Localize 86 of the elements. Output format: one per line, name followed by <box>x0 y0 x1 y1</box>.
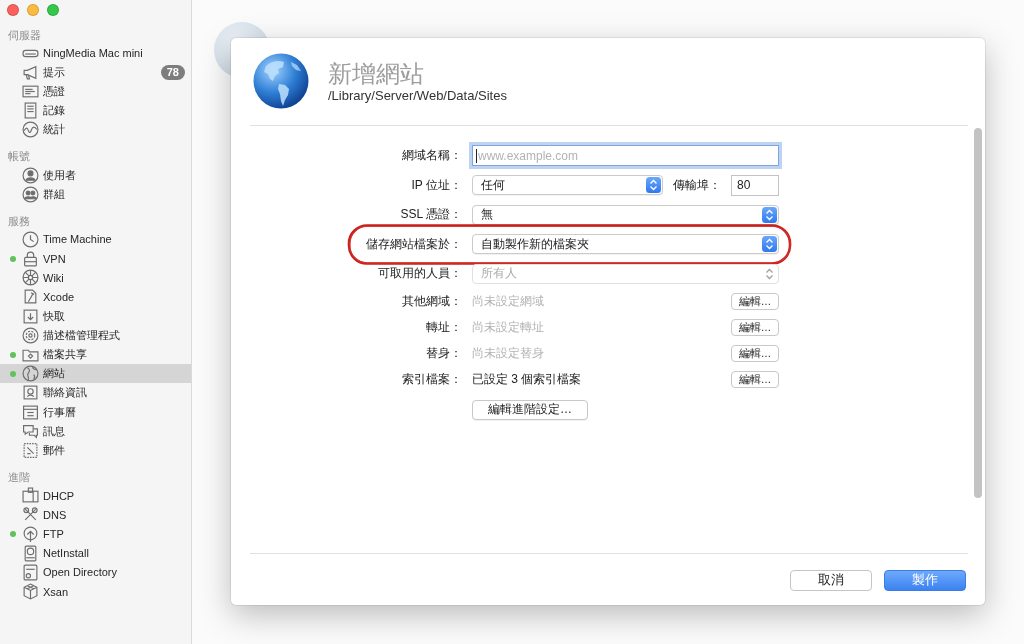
stamp-icon <box>22 441 39 459</box>
person-icon <box>22 166 39 184</box>
sidebar-item[interactable]: 提示 78 <box>0 62 191 82</box>
text-field[interactable]: www.example.com <box>472 145 779 167</box>
stepper-icon <box>762 236 777 253</box>
sidebar-item[interactable]: 聯絡資訊 <box>0 383 191 403</box>
sidebar-item[interactable]: Time Machine <box>0 229 191 249</box>
wheel-icon <box>22 269 39 287</box>
section-title: 服務 <box>7 213 30 229</box>
sidebar-item[interactable]: NingMedia Mac mini <box>0 43 191 63</box>
field-label: 替身： <box>426 345 462 362</box>
sidebar-item[interactable]: Xsan <box>0 582 191 602</box>
popup-button[interactable]: 無 <box>472 204 779 225</box>
close-button[interactable] <box>7 4 19 16</box>
field-label: 可取用的人員： <box>378 265 462 283</box>
section-title: 進階 <box>7 470 30 486</box>
sidebar-item[interactable]: NetInstall <box>0 543 191 563</box>
stepper-icon <box>646 177 661 194</box>
edit-button[interactable]: 編輯… <box>731 345 779 362</box>
sidebar-item[interactable]: 檔案共享 <box>0 344 191 365</box>
edit-button[interactable]: 編輯… <box>731 371 779 388</box>
field-label: SSL 憑證： <box>400 206 462 224</box>
megaphone-icon <box>22 63 39 81</box>
section-title: 伺服器 <box>7 27 41 43</box>
sidebar-item[interactable]: 統計 <box>0 120 191 140</box>
pen-document-icon <box>22 288 39 306</box>
calendar-icon <box>22 403 39 421</box>
sidebar-item[interactable]: Xcode <box>0 287 191 307</box>
sidebar-item[interactable]: Open Directory <box>0 562 191 582</box>
sidebar-item[interactable]: 訊息 <box>0 421 191 441</box>
target-icon <box>22 326 39 344</box>
sidebar-item[interactable]: 快取 <box>0 306 191 326</box>
summary-text: 已設定 3 個索引檔案 <box>472 371 582 388</box>
sidebar-item[interactable]: 行事曆 <box>0 402 191 422</box>
sidebar-item[interactable]: FTP <box>0 524 191 544</box>
drive-icon <box>22 563 39 581</box>
globe-icon <box>22 365 39 383</box>
count-badge: 78 <box>160 64 185 80</box>
contact-card-icon <box>22 384 39 402</box>
clock-icon <box>22 230 39 248</box>
summary-text: 尚未設定轉址 <box>472 319 544 336</box>
field-label: IP 位址： <box>411 176 462 194</box>
dialog-subtitle: /Library/Server/Web/Data/Sites <box>328 88 507 103</box>
cancel-button[interactable]: 取消 <box>790 569 872 591</box>
zoom-button[interactable] <box>47 4 59 16</box>
sidebar-item[interactable]: 記錄 <box>0 101 191 121</box>
download-box-icon <box>22 307 39 325</box>
summary-text: 尚未設定網域 <box>472 293 544 310</box>
sidebar-item[interactable]: VPN <box>0 249 191 269</box>
cube-icon <box>22 583 39 601</box>
summary-text: 尚未設定替身 <box>472 345 544 362</box>
edit-button[interactable]: 編輯… <box>731 293 779 310</box>
advanced-settings-button[interactable]: 編輯進階設定… <box>472 399 588 420</box>
document-icon <box>22 102 39 120</box>
sidebar-item[interactable]: 憑證 <box>0 81 191 102</box>
sidebar-item[interactable]: 使用者 <box>0 165 191 185</box>
upload-circle-icon <box>22 525 39 543</box>
sidebar-item[interactable]: 群組 <box>0 184 191 204</box>
section-title: 帳號 <box>7 149 30 165</box>
lock-icon <box>22 250 39 268</box>
field-label: 儲存網站檔案於： <box>366 235 462 253</box>
port-field[interactable]: 80 <box>731 174 779 196</box>
field-label: 網域名稱： <box>402 147 462 165</box>
field-label: 傳輸埠： <box>673 176 721 194</box>
sidebar-item[interactable]: Wiki <box>0 268 191 288</box>
edit-button[interactable]: 編輯… <box>731 319 779 336</box>
minimize-button[interactable] <box>27 4 39 16</box>
sidebar-item[interactable]: DNS <box>0 505 191 525</box>
field-label: 其他網域： <box>402 293 462 310</box>
popup-button[interactable]: 任何 <box>472 175 663 196</box>
stepper-icon <box>762 206 777 223</box>
disk-drive-icon <box>22 544 39 562</box>
people-icon <box>22 185 39 203</box>
sidebar-item[interactable]: 郵件 <box>0 440 191 461</box>
popup-button[interactable]: 自動製作新的檔案夾 <box>472 234 779 255</box>
wave-circle-icon <box>22 121 39 139</box>
box-icon <box>22 487 39 505</box>
globe-icon <box>253 53 309 109</box>
field-label: 轉址： <box>426 319 462 336</box>
field-label: 索引檔案： <box>402 371 462 388</box>
sidebar-item[interactable]: 網站 <box>0 364 191 384</box>
dialog-title: 新增網站 <box>328 60 424 88</box>
sidebar-item[interactable]: DHCP <box>0 486 191 506</box>
speech-bubbles-icon <box>22 422 39 440</box>
sidebar-item[interactable]: 描述檔管理程式 <box>0 325 191 345</box>
scrollbar-thumb[interactable] <box>974 128 982 498</box>
